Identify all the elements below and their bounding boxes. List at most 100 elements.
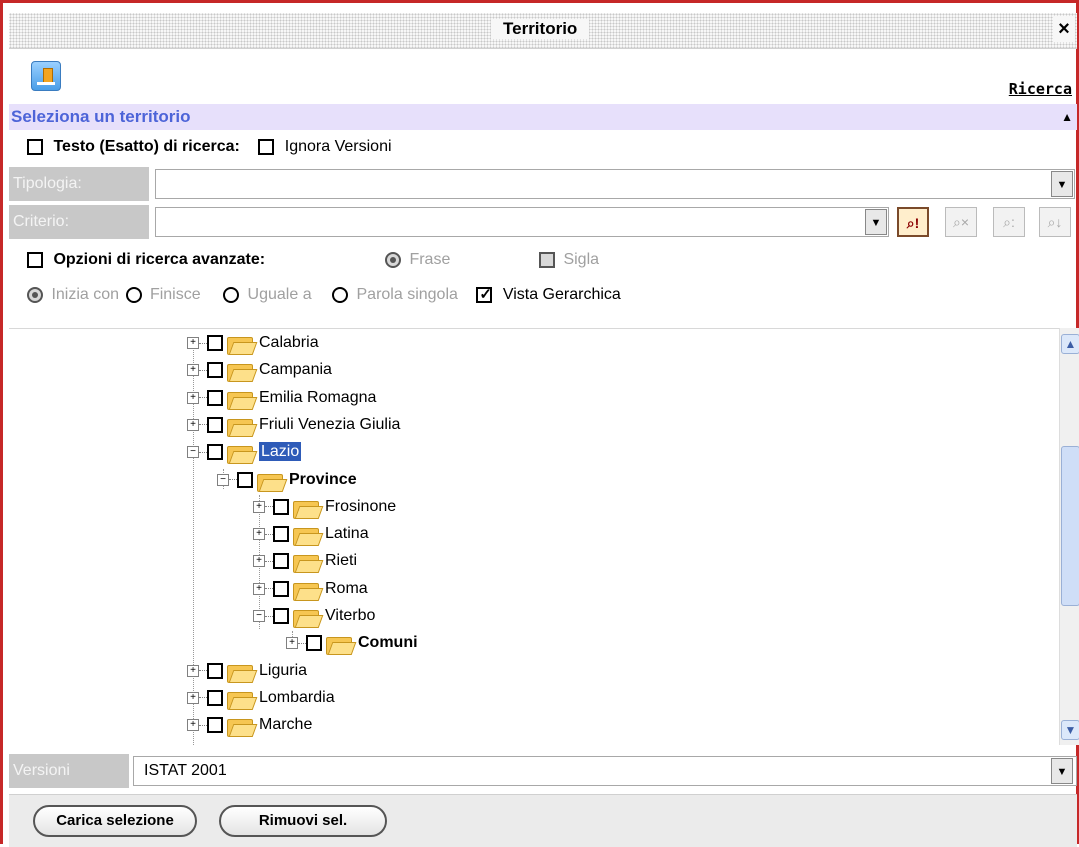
- expand-icon[interactable]: +: [187, 391, 199, 404]
- collapse-node-icon[interactable]: −: [217, 473, 229, 486]
- collapse-node-icon[interactable]: −: [253, 610, 265, 622]
- tree-node-label[interactable]: Roma: [325, 580, 368, 597]
- tree-node[interactable]: + Friuli Venezia Giulia: [187, 415, 400, 441]
- collapse-node-icon[interactable]: −: [187, 446, 199, 459]
- tree-node-checkbox[interactable]: [207, 416, 223, 433]
- exact-text-label: Testo (Esatto) di ricerca:: [53, 138, 240, 155]
- tree-node-checkbox[interactable]: [207, 335, 223, 351]
- expand-icon[interactable]: +: [253, 582, 265, 595]
- tree-node[interactable]: + Campania: [187, 360, 332, 386]
- tree-node-label[interactable]: Lazio: [259, 442, 302, 462]
- close-icon[interactable]: ×: [1053, 16, 1075, 42]
- expand-icon[interactable]: +: [187, 691, 199, 704]
- tree-node-checkbox[interactable]: [207, 717, 223, 734]
- tree-node-label[interactable]: Frosinone: [325, 498, 396, 515]
- binoculars-icon[interactable]: ⌕!: [897, 207, 929, 237]
- vista-gerarchica-checkbox[interactable]: [476, 285, 493, 303]
- scroll-up-icon[interactable]: ▲: [1061, 334, 1079, 354]
- tree-node[interactable]: + Liguria: [187, 661, 307, 687]
- frase-radio[interactable]: [385, 252, 401, 268]
- tree-node[interactable]: + Calabria: [187, 333, 319, 359]
- section-header[interactable]: Seleziona un territorio ▲: [9, 104, 1077, 130]
- tree-node-label[interactable]: Rieti: [325, 552, 357, 569]
- tree-node-label[interactable]: Comuni: [358, 634, 418, 651]
- advanced-options-label: Opzioni di ricerca avanzate:: [53, 251, 266, 268]
- versioni-dropdown-icon[interactable]: ▼: [1051, 758, 1073, 784]
- tree-node[interactable]: + Marche: [187, 715, 312, 741]
- tree-node-label[interactable]: Lombardia: [259, 689, 335, 706]
- exact-text-checkbox[interactable]: [27, 139, 43, 155]
- uguale-radio[interactable]: [223, 287, 240, 303]
- binoculars-next-icon[interactable]: ⌕:: [993, 207, 1025, 237]
- tree-node-label[interactable]: Friuli Venezia Giulia: [259, 416, 400, 433]
- tree-node-checkbox[interactable]: [237, 471, 253, 488]
- tree-node-checkbox[interactable]: [273, 498, 289, 515]
- tree-node[interactable]: − Province: [217, 470, 357, 496]
- tree-node-checkbox[interactable]: [207, 689, 223, 706]
- tree-node[interactable]: + Frosinone: [253, 497, 396, 523]
- tree-node-checkbox[interactable]: [273, 580, 289, 597]
- expand-icon[interactable]: +: [187, 719, 199, 732]
- tree-node-checkbox[interactable]: [207, 744, 223, 745]
- binoculars-clear-icon[interactable]: ⌕×: [945, 207, 977, 237]
- folder-icon: [293, 606, 321, 628]
- load-selection-button[interactable]: Carica selezione: [33, 805, 197, 837]
- scrollbar-thumb[interactable]: [1061, 446, 1079, 606]
- tree-node[interactable]: + Comuni: [286, 633, 418, 659]
- remove-selection-button[interactable]: Rimuovi sel.: [219, 805, 387, 837]
- tree-node-checkbox[interactable]: [207, 389, 223, 406]
- tree-node-label[interactable]: Emilia Romagna: [259, 389, 376, 406]
- expand-icon[interactable]: +: [253, 528, 265, 541]
- tree-node[interactable]: − Viterbo: [253, 606, 375, 632]
- criterio-select[interactable]: [155, 207, 889, 237]
- expand-icon[interactable]: +: [253, 555, 265, 568]
- tree-node-checkbox[interactable]: [207, 362, 223, 379]
- tree-node[interactable]: + Lombardia: [187, 688, 335, 714]
- collapse-icon[interactable]: ▲: [1061, 104, 1073, 130]
- tree-node-label[interactable]: Viterbo: [325, 607, 375, 624]
- sigla-checkbox[interactable]: [539, 252, 555, 268]
- tree-node[interactable]: + Emilia Romagna: [187, 388, 376, 414]
- parola-radio[interactable]: [332, 287, 349, 303]
- tree-node[interactable]: +Molise: [187, 743, 305, 746]
- inizia-radio[interactable]: [27, 287, 43, 303]
- tree-node-label[interactable]: Calabria: [259, 334, 319, 351]
- expand-icon[interactable]: +: [187, 337, 199, 349]
- tree-node-checkbox[interactable]: [273, 608, 289, 624]
- tree-node[interactable]: + Latina: [253, 524, 369, 550]
- expand-icon[interactable]: +: [187, 418, 199, 431]
- tree-node-label[interactable]: Latina: [325, 525, 369, 542]
- tipologia-dropdown-icon[interactable]: ▼: [1051, 171, 1073, 197]
- tree-connector: [265, 615, 273, 617]
- tree-node-checkbox[interactable]: [273, 553, 289, 570]
- tree-node[interactable]: + Roma: [253, 579, 368, 605]
- scroll-down-icon[interactable]: ▼: [1061, 720, 1079, 740]
- tree-scrollbar[interactable]: ▲ ▼: [1059, 328, 1079, 745]
- versioni-select[interactable]: ISTAT 2001: [133, 756, 1077, 786]
- expand-icon[interactable]: +: [187, 364, 199, 377]
- tipologia-select[interactable]: [155, 169, 1075, 199]
- tree-node-label[interactable]: Marche: [259, 716, 312, 733]
- expand-icon[interactable]: +: [253, 500, 265, 513]
- ignore-versions-checkbox[interactable]: [258, 139, 275, 155]
- tree-node-checkbox[interactable]: [207, 444, 223, 461]
- criterio-label: Criterio:: [9, 205, 149, 239]
- tree-node-label[interactable]: Province: [289, 471, 357, 488]
- tree-node-checkbox[interactable]: [207, 662, 223, 679]
- expand-icon[interactable]: +: [187, 664, 199, 677]
- tree-node[interactable]: + Rieti: [253, 551, 357, 577]
- binoculars-down-icon[interactable]: ⌕↓: [1039, 207, 1071, 237]
- expand-icon[interactable]: +: [286, 637, 298, 650]
- folder-icon: [293, 579, 321, 601]
- advanced-options-checkbox[interactable]: [27, 252, 43, 268]
- ricerca-link[interactable]: Ricerca: [1009, 80, 1072, 98]
- tree-node-label[interactable]: Campania: [259, 361, 332, 378]
- criterio-dropdown-icon[interactable]: ▼: [865, 209, 887, 235]
- title-bar[interactable]: Territorio ×: [9, 13, 1077, 49]
- tree-node-label[interactable]: Molise: [259, 744, 305, 746]
- tree-node-checkbox[interactable]: [273, 526, 289, 543]
- tree-node-checkbox[interactable]: [306, 635, 322, 652]
- tree-node[interactable]: − Lazio: [187, 442, 302, 468]
- tree-node-label[interactable]: Liguria: [259, 662, 307, 679]
- finisce-radio[interactable]: [125, 287, 142, 303]
